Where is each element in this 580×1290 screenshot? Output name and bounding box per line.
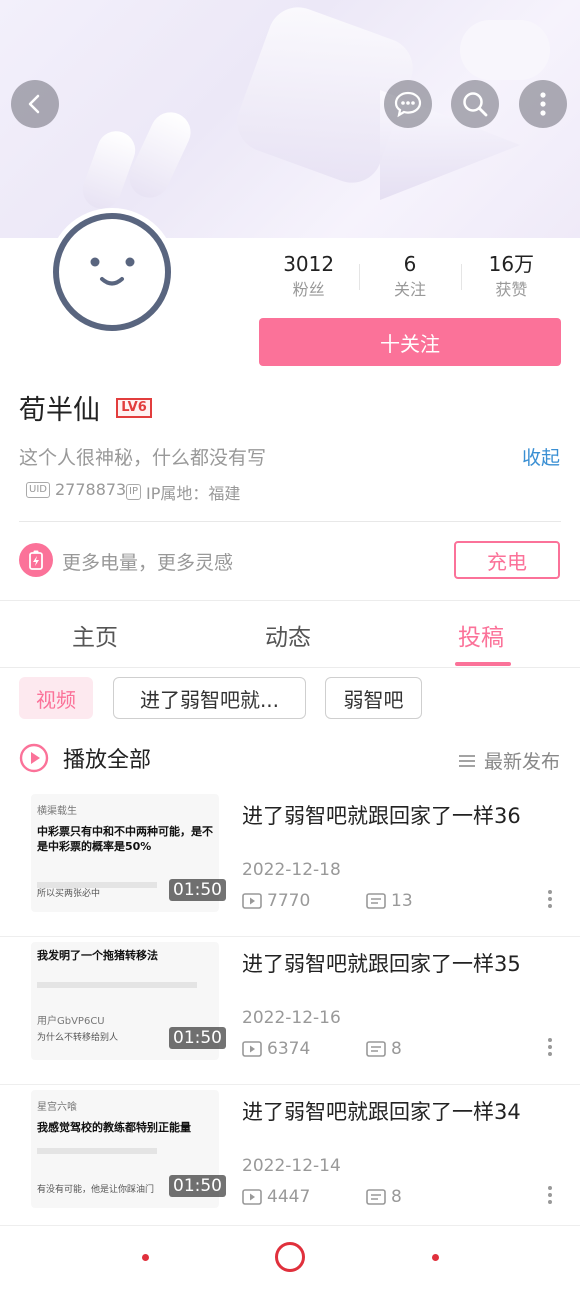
level-badge: LV6 xyxy=(116,398,152,418)
thumb-placeholder xyxy=(37,982,197,988)
collapse-link[interactable]: 收起 xyxy=(522,443,560,470)
play-count: 4447 xyxy=(242,1187,310,1207)
back-arrow-icon xyxy=(28,94,40,114)
tab-home[interactable]: 主页 xyxy=(72,618,118,652)
video-date: 2022-12-16 xyxy=(242,1008,341,1028)
more-icon[interactable] xyxy=(543,1034,557,1060)
play-circle-icon xyxy=(19,743,49,773)
stat-value: 6 xyxy=(403,252,417,276)
stat-value: 16万 xyxy=(488,252,535,276)
vertical-dots-icon xyxy=(540,92,546,116)
active-tab-indicator xyxy=(455,662,511,666)
comment-icon xyxy=(366,1041,386,1057)
play-count-icon xyxy=(242,1041,262,1057)
stat-label: 粉丝 xyxy=(292,280,325,299)
play-all-label: 播放全部 xyxy=(63,748,152,773)
banner-decoration xyxy=(460,20,550,80)
play-count-value: 7770 xyxy=(267,891,311,911)
system-navigation-bar xyxy=(0,1225,580,1290)
stat-label: 关注 xyxy=(393,280,426,299)
play-count-icon xyxy=(242,893,262,909)
stat-label: 获赞 xyxy=(495,280,528,299)
tab-dynamics[interactable]: 动态 xyxy=(265,618,311,652)
comment-count: 8 xyxy=(366,1039,402,1059)
thumb-subtext: 所以买两张必中 xyxy=(37,889,101,899)
profile-bio: 这个人很神秘，什么都没有写 xyxy=(19,447,267,469)
sort-button[interactable]: 最新发布 xyxy=(458,747,560,774)
divider xyxy=(19,521,561,522)
avatar[interactable] xyxy=(48,208,176,336)
chat-bubble-icon xyxy=(394,91,422,118)
comment-icon xyxy=(366,893,386,909)
tab-uploads[interactable]: 投稿 xyxy=(458,618,504,652)
nav-home-button[interactable] xyxy=(275,1242,305,1272)
charge-prompt: 更多电量，更多灵感 xyxy=(62,552,234,574)
smiley-face-icon xyxy=(53,213,171,331)
comment-count: 8 xyxy=(366,1187,402,1207)
thumb-username: 星宫六喰 xyxy=(37,1102,77,1113)
thumb-caption: 中彩票只有中和不中两种可能，是不是中彩票的概率是50% xyxy=(37,825,213,853)
comment-icon xyxy=(366,1189,386,1205)
list-icon xyxy=(459,754,475,767)
filter-chip-collection[interactable]: 进了弱智吧就... xyxy=(113,677,306,719)
thumb-username: 用户GbVP6CU xyxy=(37,1016,105,1027)
video-date: 2022-12-18 xyxy=(242,860,341,880)
ip-info: IP IP属地：福建 xyxy=(126,480,240,504)
play-count: 6374 xyxy=(242,1039,310,1059)
nav-back-button[interactable] xyxy=(432,1254,439,1261)
battery-icon xyxy=(19,543,53,577)
thumb-caption: 我发明了一个拖猪转移法 xyxy=(37,949,158,962)
filter-chip-tieba[interactable]: 弱智吧 xyxy=(325,677,422,719)
comment-count-value: 8 xyxy=(391,1039,402,1059)
uid-value: 2778873 xyxy=(54,480,127,499)
filter-chip-video[interactable]: 视频 xyxy=(19,677,93,719)
stat-fans[interactable]: 3012 粉丝 xyxy=(258,250,359,310)
profile-tabs: 主页 动态 投稿 xyxy=(0,600,580,668)
video-duration: 01:50 xyxy=(169,1175,226,1197)
thumb-username: 横渠载生 xyxy=(37,806,77,817)
more-icon[interactable] xyxy=(543,886,557,912)
video-item[interactable]: 横渠载生 中彩票只有中和不中两种可能，是不是中彩票的概率是50% 所以买两张必中… xyxy=(0,788,580,937)
stat-likes[interactable]: 16万 获赞 xyxy=(460,250,562,310)
message-button[interactable] xyxy=(384,80,432,128)
follow-button[interactable]: 十关注 xyxy=(259,318,561,366)
thumb-subtext: 有没有可能，他是让你踩油门 xyxy=(37,1185,155,1195)
search-icon xyxy=(463,92,488,117)
play-count-value: 6374 xyxy=(267,1039,311,1059)
nav-menu-button[interactable] xyxy=(142,1254,149,1261)
stat-value: 3012 xyxy=(283,252,335,276)
comment-count-value: 8 xyxy=(391,1187,402,1207)
comment-count-value: 13 xyxy=(391,891,413,911)
thumb-subtext: 为什么不转移给别人 xyxy=(37,1033,119,1043)
video-item[interactable]: 星宫六喰 我感觉驾校的教练都特别正能量 有没有可能，他是让你踩油门 01:50 … xyxy=(0,1084,580,1232)
profile-name: 荀半仙 xyxy=(19,395,100,426)
ip-badge: IP xyxy=(126,484,141,500)
play-count-value: 4447 xyxy=(267,1187,311,1207)
search-button[interactable] xyxy=(451,80,499,128)
stat-following[interactable]: 6 关注 xyxy=(359,250,460,310)
thumb-placeholder xyxy=(37,1148,157,1154)
video-duration: 01:50 xyxy=(169,1027,226,1049)
ip-location: IP属地：福建 xyxy=(145,484,241,503)
play-count: 7770 xyxy=(242,891,310,911)
video-item[interactable]: 我发明了一个拖猪转移法 用户GbVP6CU 为什么不转移给别人 01:50 进了… xyxy=(0,936,580,1085)
more-icon[interactable] xyxy=(543,1182,557,1208)
video-date: 2022-12-14 xyxy=(242,1156,341,1176)
play-count-icon xyxy=(242,1189,262,1205)
comment-count: 13 xyxy=(366,891,413,911)
video-title: 进了弱智吧就跟回家了一样35 xyxy=(242,952,521,976)
uid-badge: UID xyxy=(26,481,50,498)
back-button[interactable] xyxy=(11,80,59,128)
video-title: 进了弱智吧就跟回家了一样34 xyxy=(242,1100,521,1124)
sort-label: 最新发布 xyxy=(484,751,561,773)
charge-button[interactable]: 充电 xyxy=(454,541,560,579)
video-title: 进了弱智吧就跟回家了一样36 xyxy=(242,804,521,828)
video-duration: 01:50 xyxy=(169,879,226,901)
thumb-caption: 我感觉驾校的教练都特别正能量 xyxy=(37,1121,191,1134)
more-button[interactable] xyxy=(519,80,567,128)
profile-stats: 3012 粉丝 6 关注 16万 获赞 xyxy=(258,250,562,310)
uid-info: UID 2778873 xyxy=(26,480,126,499)
play-all-button[interactable]: 播放全部 xyxy=(19,742,151,774)
